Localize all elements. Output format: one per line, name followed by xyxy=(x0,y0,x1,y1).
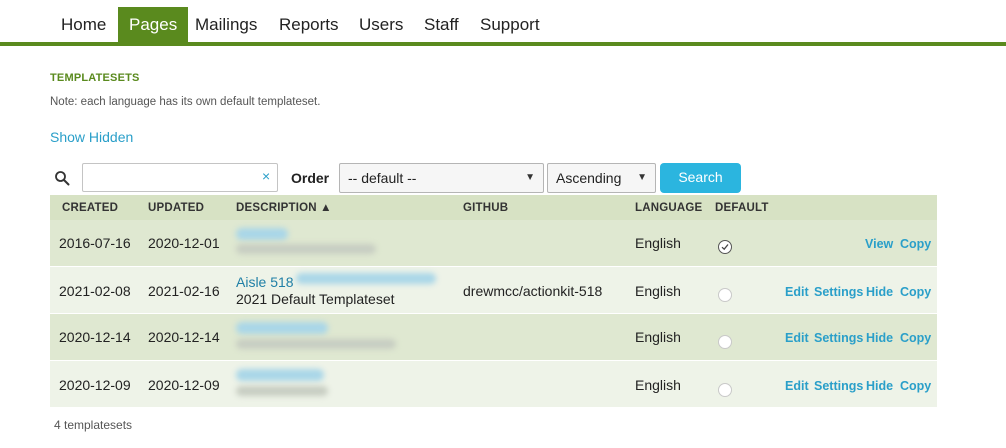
chevron-down-icon: ▼ xyxy=(525,172,535,183)
default-check-icon xyxy=(718,240,732,254)
nav-home[interactable]: Home xyxy=(50,7,117,42)
updated-cell: 2020-12-14 xyxy=(148,329,220,345)
nav-support[interactable]: Support xyxy=(469,7,551,42)
header-description[interactable]: DESCRIPTION ▲ xyxy=(236,202,332,214)
edit-button[interactable]: Edit xyxy=(785,379,809,393)
header-created[interactable]: CREATED xyxy=(62,202,118,214)
clear-icon[interactable]: × xyxy=(262,168,270,184)
redacted-name xyxy=(296,273,436,284)
redacted-description xyxy=(236,244,376,254)
updated-cell: 2020-12-09 xyxy=(148,377,220,393)
redacted-name xyxy=(236,228,288,240)
copy-button[interactable]: Copy xyxy=(900,379,931,393)
created-cell: 2020-12-14 xyxy=(59,329,131,345)
table-row: 2020-12-14 2020-12-14 English Edit Setti… xyxy=(50,314,937,361)
order-label: Order xyxy=(291,170,330,186)
header-default[interactable]: DEFAULT xyxy=(715,202,769,214)
templateset-name-link[interactable]: Aisle 518 xyxy=(236,274,294,290)
language-cell: English xyxy=(635,235,681,251)
order-select[interactable]: -- default -- ▼ xyxy=(339,163,544,193)
header-language[interactable]: LANGUAGE xyxy=(635,202,702,214)
redacted-name xyxy=(236,369,324,381)
nav-reports[interactable]: Reports xyxy=(268,7,350,42)
templateset-count: 4 templatesets xyxy=(54,418,133,432)
direction-select[interactable]: Ascending ▼ xyxy=(547,163,656,193)
nav-staff[interactable]: Staff xyxy=(413,7,470,42)
language-cell: English xyxy=(635,329,681,345)
settings-button[interactable]: Settings xyxy=(814,331,863,345)
hide-button[interactable]: Hide xyxy=(866,331,893,345)
redacted-name xyxy=(236,322,328,334)
created-cell: 2021-02-08 xyxy=(59,283,131,299)
search-icon xyxy=(55,171,70,186)
redacted-description xyxy=(236,386,328,396)
search-button[interactable]: Search xyxy=(660,163,741,193)
nav-mailings[interactable]: Mailings xyxy=(184,7,268,42)
copy-button[interactable]: Copy xyxy=(900,331,931,345)
header-updated[interactable]: UPDATED xyxy=(148,202,204,214)
default-radio[interactable] xyxy=(718,335,732,349)
edit-button[interactable]: Edit xyxy=(785,285,809,299)
updated-cell: 2021-02-16 xyxy=(148,283,220,299)
hide-button[interactable]: Hide xyxy=(866,285,893,299)
edit-button[interactable]: Edit xyxy=(785,331,809,345)
language-note: Note: each language has its own default … xyxy=(50,96,321,108)
nav-users[interactable]: Users xyxy=(348,7,414,42)
settings-button[interactable]: Settings xyxy=(814,379,863,393)
created-cell: 2016-07-16 xyxy=(59,235,131,251)
chevron-down-icon: ▼ xyxy=(637,172,647,183)
updated-cell: 2020-12-01 xyxy=(148,235,220,251)
table-header: CREATED UPDATED DESCRIPTION ▲ GITHUB LAN… xyxy=(50,195,937,220)
direction-select-value: Ascending xyxy=(556,170,622,186)
table-row: 2021-02-08 2021-02-16 Aisle 518 2021 Def… xyxy=(50,267,937,314)
created-cell: 2020-12-09 xyxy=(59,377,131,393)
show-hidden-link[interactable]: Show Hidden xyxy=(50,129,133,145)
hide-button[interactable]: Hide xyxy=(866,379,893,393)
default-radio[interactable] xyxy=(718,288,732,302)
settings-button[interactable]: Settings xyxy=(814,285,863,299)
nav-pages[interactable]: Pages xyxy=(118,7,189,42)
copy-button[interactable]: Copy xyxy=(900,237,931,251)
table-row: 2016-07-16 2020-12-01 English View Copy xyxy=(50,220,937,267)
section-title: TEMPLATESETS xyxy=(50,72,140,84)
search-input[interactable] xyxy=(82,163,278,192)
top-nav: Home Pages Mailings Reports Users Staff … xyxy=(0,0,1006,46)
description-name-link[interactable]: Aisle 518 xyxy=(236,274,294,290)
order-select-value: -- default -- xyxy=(348,170,417,186)
table-row: 2020-12-09 2020-12-09 English Edit Setti… xyxy=(50,361,937,408)
description-text: 2021 Default Templateset xyxy=(236,291,395,307)
language-cell: English xyxy=(635,377,681,393)
redacted-description xyxy=(236,339,396,349)
default-radio[interactable] xyxy=(718,383,732,397)
language-cell: English xyxy=(635,283,681,299)
copy-button[interactable]: Copy xyxy=(900,285,931,299)
header-github[interactable]: GITHUB xyxy=(463,202,508,214)
github-cell: drewmcc/actionkit-518 xyxy=(463,283,603,299)
view-button[interactable]: View xyxy=(865,237,893,251)
